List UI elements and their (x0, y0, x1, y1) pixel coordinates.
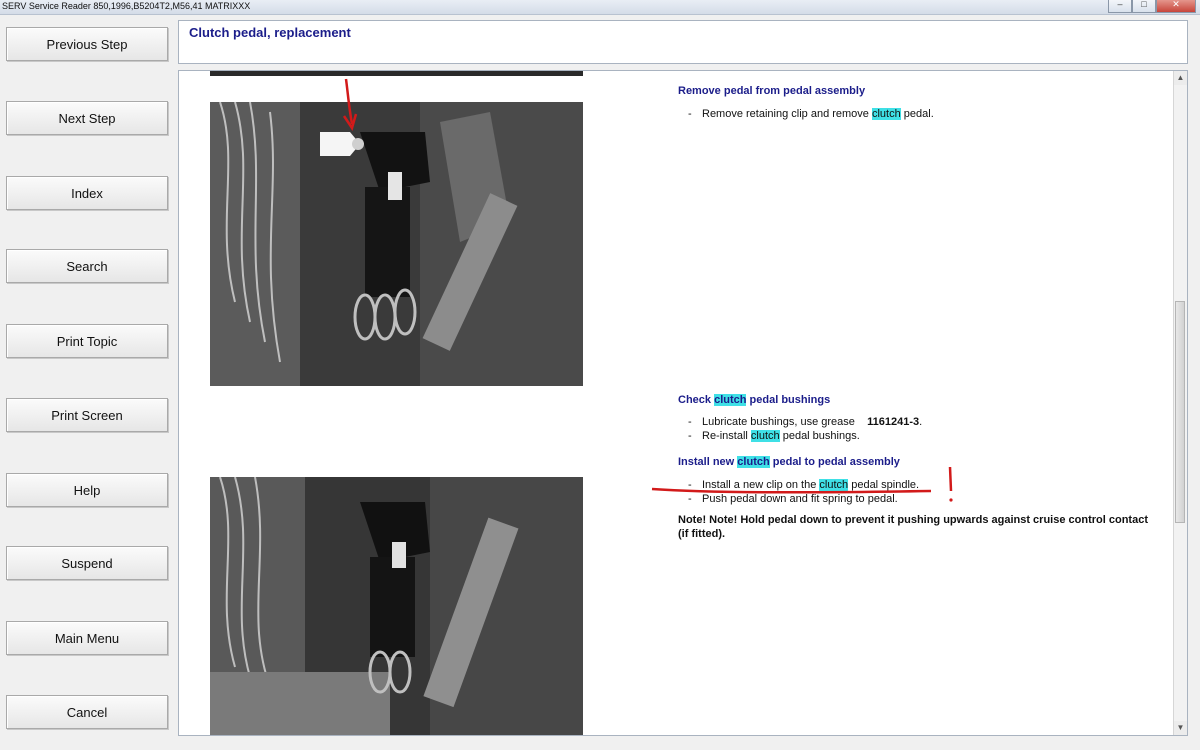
maximize-button[interactable]: □ (1132, 0, 1156, 13)
window-titlebar: SERV Service Reader 850,1996,B5204T2,M56… (0, 0, 1200, 15)
bullet-dash: - (688, 108, 692, 120)
scroll-up-icon[interactable]: ▲ (1174, 71, 1187, 85)
step-text: Re-install (702, 430, 751, 442)
topic-title: Clutch pedal, replacement (189, 25, 351, 40)
minimize-button[interactable]: – (1108, 0, 1132, 13)
vertical-scrollbar[interactable]: ▲ ▼ (1173, 71, 1187, 735)
red-arrow-annotation (342, 78, 358, 131)
step-text: . (919, 416, 923, 428)
previous-photo-sliver (210, 71, 583, 76)
print-screen-button[interactable]: Print Screen (6, 398, 168, 432)
bullet-dash: - (688, 416, 692, 428)
section-heading-remove: Remove pedal from pedal assembly (678, 85, 866, 97)
window-controls: – □ ✕ (1108, 0, 1196, 13)
heading-text: Check (678, 394, 715, 406)
window-title: SERV Service Reader 850,1996,B5204T2,M56… (2, 1, 251, 11)
scroll-down-icon[interactable]: ▼ (1174, 721, 1187, 735)
cruise-control-note: Note! Note! Hold pedal down to prevent i… (678, 514, 1148, 540)
pedal-assembly-photo (210, 102, 583, 386)
search-button[interactable]: Search (6, 249, 168, 283)
bullet-dash: - (688, 430, 692, 442)
search-highlight: clutch (714, 394, 747, 406)
index-button[interactable]: Index (6, 176, 168, 210)
scroll-thumb[interactable] (1175, 301, 1185, 523)
main-menu-button[interactable]: Main Menu (6, 621, 168, 655)
previous-step-button[interactable]: Previous Step (6, 27, 168, 61)
pedal-spindle-photo (210, 477, 583, 735)
red-underline-annotation (651, 466, 953, 502)
step-remove-clip: - Remove retaining clip and remove clutch… (678, 108, 934, 120)
content-pane[interactable]: Remove pedal from pedal assembly - Remove… (178, 70, 1188, 736)
search-highlight: clutch (750, 430, 780, 442)
heading-text: pedal bushings (746, 394, 831, 406)
suspend-button[interactable]: Suspend (6, 546, 168, 580)
search-highlight: clutch (871, 108, 901, 120)
section-heading-check: Check clutch pedal bushings (678, 394, 830, 406)
part-number: 1161241-3 (867, 416, 920, 428)
topic-header: Clutch pedal, replacement (178, 20, 1188, 64)
step-text: Remove retaining clip and remove (702, 108, 872, 120)
print-topic-button[interactable]: Print Topic (6, 324, 168, 358)
step-lubricate: - Lubricate bushings, use grease 1161241-… (678, 416, 922, 428)
next-step-button[interactable]: Next Step (6, 101, 168, 135)
close-button[interactable]: ✕ (1156, 0, 1196, 13)
step-text: pedal bushings. (779, 430, 860, 442)
step-text: Lubricate bushings, use grease (702, 416, 858, 428)
cancel-button[interactable]: Cancel (6, 695, 168, 729)
help-button[interactable]: Help (6, 473, 168, 507)
step-reinstall-bushings: - Re-install clutch pedal bushings. (678, 430, 860, 442)
step-text: pedal. (900, 108, 934, 120)
